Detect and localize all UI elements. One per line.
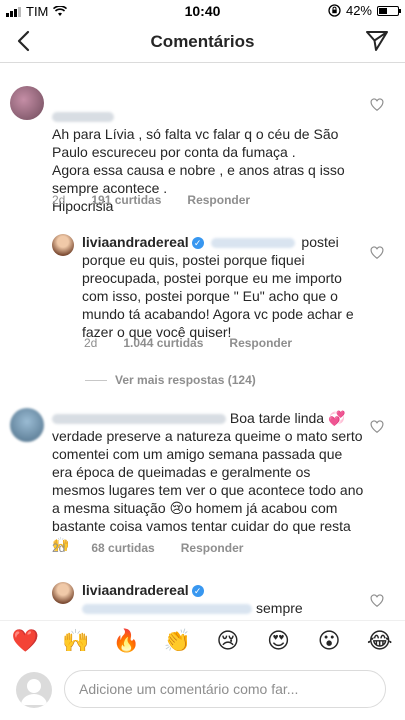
default-avatar-icon	[21, 679, 47, 705]
like-heart-icon[interactable]	[370, 98, 384, 112]
emoji-laughing-button[interactable]: 😂	[364, 629, 396, 654]
direct-send-icon[interactable]	[365, 29, 389, 53]
reply-time: 2d	[84, 336, 98, 350]
comment-time: 2d	[52, 541, 66, 555]
emoji-clap-button[interactable]: 👏	[161, 629, 193, 654]
battery-percent: 42%	[345, 3, 372, 18]
reply-button[interactable]: Responder	[229, 336, 292, 350]
reply-button[interactable]: Responder	[181, 541, 244, 555]
commenter-avatar[interactable]	[10, 408, 44, 442]
mention-blurred[interactable]	[82, 604, 252, 615]
like-heart-icon[interactable]	[370, 246, 384, 260]
reply-button[interactable]: Responder	[187, 193, 250, 207]
reply-avatar[interactable]	[52, 582, 74, 604]
like-heart-icon[interactable]	[370, 420, 384, 434]
view-more-replies-button[interactable]: Ver mais respostas (124)	[85, 373, 256, 387]
verified-badge-icon: ✓	[191, 585, 204, 597]
status-bar: TIM 10:40 42%	[0, 0, 405, 22]
comment-input-placeholder: Adicione um comentário como far...	[79, 681, 299, 697]
verified-badge-icon: ✓	[191, 237, 204, 249]
my-avatar	[16, 672, 52, 708]
likes-count[interactable]: 191 curtidas	[91, 193, 161, 207]
username-blurred[interactable]	[52, 112, 114, 123]
comment-time: 2d	[52, 193, 66, 207]
rotation-lock-icon	[328, 4, 341, 17]
comment-meta: 2d 191 curtidas Responder	[52, 193, 250, 207]
reply-text: sempre	[256, 600, 303, 616]
status-right: 42%	[328, 3, 401, 18]
emoji-fire-button[interactable]: 🔥	[111, 629, 143, 654]
like-heart-icon[interactable]	[370, 594, 384, 608]
comment-composer: Adicione um comentário como far...	[0, 664, 405, 720]
comment-meta: 2d 68 curtidas Responder	[52, 541, 243, 555]
reply-username[interactable]: liviaandradereal	[82, 582, 189, 598]
mention-blurred[interactable]	[210, 238, 295, 249]
emoji-surprised-button[interactable]: 😮	[313, 629, 345, 654]
view-more-replies-label: Ver mais respostas (124)	[115, 373, 256, 387]
emoji-crying-button[interactable]: 😢	[212, 629, 244, 654]
page-title: Comentários	[150, 32, 255, 51]
emoji-heart-eyes-button[interactable]: 😍	[262, 629, 294, 654]
navigation-bar: Comentários	[0, 22, 405, 63]
reply-avatar[interactable]	[52, 234, 74, 256]
emoji-raised-hands-button[interactable]: 🙌	[60, 629, 92, 654]
username-blurred[interactable]	[52, 414, 226, 425]
reply-username[interactable]: liviaandradereal	[82, 234, 189, 250]
likes-count[interactable]: 1.044 curtidas	[123, 336, 203, 350]
commenter-avatar[interactable]	[10, 86, 44, 120]
likes-count[interactable]: 68 curtidas	[91, 541, 154, 555]
divider-line	[85, 379, 107, 381]
comment-input[interactable]: Adicione um comentário como far...	[64, 670, 386, 708]
comment-text: Boa tarde linda 💞 verdade preserve a nat…	[52, 410, 364, 552]
emoji-quick-bar: ❤️ 🙌 🔥 👏 😢 😍 😮 😂	[0, 620, 405, 661]
reply-meta: 2d 1.044 curtidas Responder	[84, 336, 292, 350]
battery-icon	[377, 5, 401, 16]
emoji-heart-button[interactable]: ❤️	[9, 629, 41, 654]
